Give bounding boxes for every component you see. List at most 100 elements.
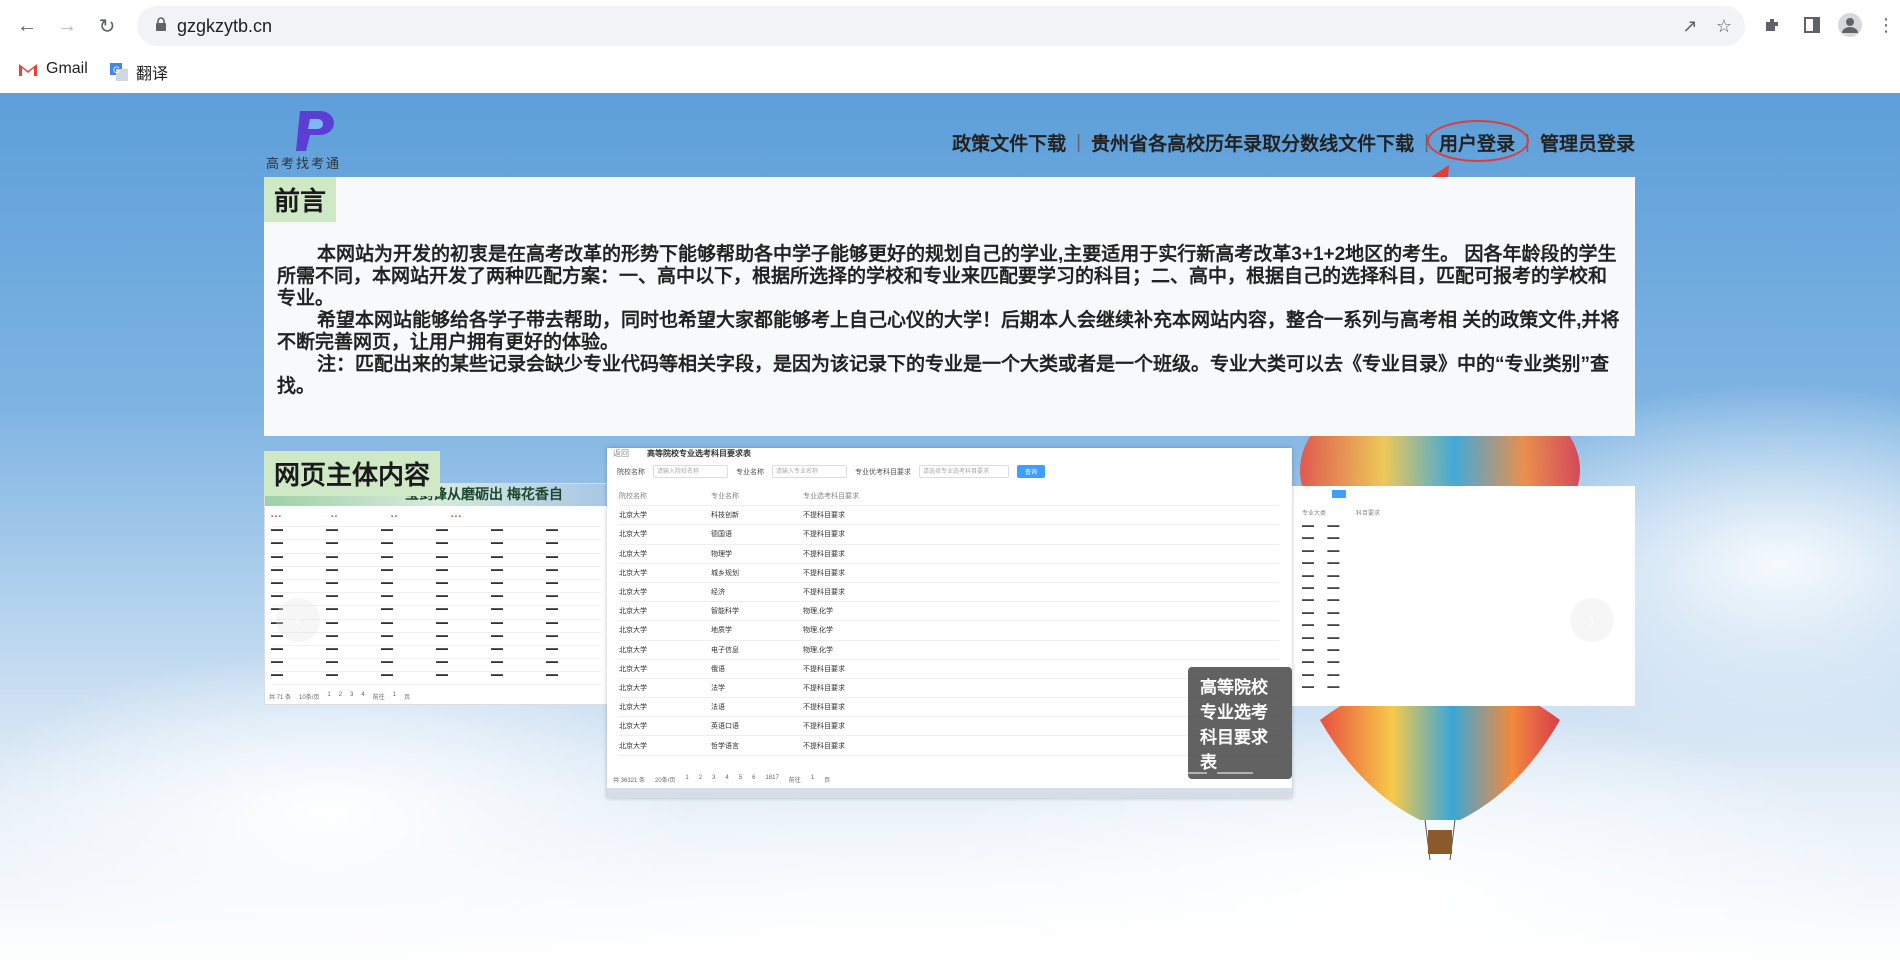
table-cell: 不提科目要求 (803, 531, 845, 539)
slide-back-link: 返回 (613, 449, 629, 458)
table-cell: 德国语 (711, 531, 732, 539)
table-cell: 北京大学 (619, 723, 647, 731)
browser-toolbar: ← → ↻ gzgkzytb.cn ↗ ☆ ⋮ (0, 0, 1900, 52)
top-nav: 政策文件下载 | 贵州省各高校历年录取分数线文件下载 | 用户登录 | 管理员登… (952, 120, 1635, 162)
table-cell: 北京大学 (619, 608, 647, 616)
table-row: 北京大学 地质学 物理,化学 (619, 621, 1279, 641)
table-cell: 不提科目要求 (803, 665, 845, 673)
chevron-left-icon: ‹ (294, 607, 302, 632)
table-row: 北京大学 英语口语 不提科目要求 (619, 717, 1279, 737)
star-icon[interactable]: ☆ (1713, 15, 1735, 37)
profile-avatar-icon[interactable] (1838, 13, 1862, 37)
carousel-slide-left[interactable]: 宝剑锋从磨砺出 梅花香自 ▪ ▪ ▪ ▪ ▪ ▪ ▪ ▪ ▪ ▪ ▬▬ ▬▬ ▬▬ ▬▬ ▬▬… (264, 483, 611, 705)
bookmarks-bar: Gmail G 翻译 (0, 52, 1900, 93)
intro-paragraph-3: 注：匹配出来的某些记录会缺少专业代码等相关字段，是因为该记录下的专业是一个大类或… (277, 354, 1610, 397)
side-panel-icon[interactable] (1800, 13, 1824, 37)
share-icon[interactable]: ↗ (1679, 15, 1701, 37)
nav-separator: | (1076, 131, 1082, 153)
table-cell: 物理,化学 (803, 627, 833, 635)
main-heading: 网页主体内容 (264, 451, 441, 496)
table-cell: 不提科目要求 (803, 512, 845, 520)
reload-icon[interactable]: ↻ (92, 11, 122, 41)
carousel-indicators (1033, 772, 1253, 774)
table-cell: 智能科学 (711, 608, 739, 616)
table-cell: 不提科目要求 (803, 589, 845, 597)
url-text[interactable]: gzgkzytb.cn (177, 16, 272, 37)
intro-paragraph-1: 本网站为开发的初衷是在高考改革的形势下能够帮助各中学子能够更好的规划自己的学业,… (277, 244, 1617, 309)
slide-right-rows: ▬▬ ▬▬ ▬▬ ▬▬ ▬▬ ▬▬ ▬▬ ▬▬ ▬▬ ▬▬ ▬▬ ▬▬ ▬▬ ▬▬ ▬▬ ▬▬… (1302, 523, 1340, 691)
logo-p-icon (296, 111, 334, 151)
carousel-indicator[interactable] (1217, 772, 1253, 774)
table-header: 院校名称 专业名称 专业选考科目要求 (619, 487, 1279, 507)
intro-heading: 前言 (264, 177, 337, 222)
table-cell: 地质学 (711, 627, 732, 635)
user-login-wrap: 用户登录 (1427, 120, 1530, 162)
highlight-circle (1427, 120, 1530, 162)
slide-caption: 高等院校专业选考科目要求表 (1188, 667, 1292, 779)
table-cell: 北京大学 (619, 569, 647, 577)
table-row: 北京大学 经济 不提科目要求 (619, 583, 1279, 603)
carousel-indicator-active[interactable] (1125, 772, 1161, 774)
page-background: 高考找考通 政策文件下载 | 贵州省各高校历年录取分数线文件下载 | 用户登录 … (0, 93, 1900, 971)
bookmark-gmail[interactable]: Gmail (18, 60, 88, 78)
table-cell: 北京大学 (619, 665, 647, 673)
logo-text: 高考找考通 (266, 157, 342, 172)
slide-data-table: 院校名称 专业名称 专业选考科目要求 北京大学 科技创新 不提科目要求 北京大学 德国语… (619, 487, 1279, 756)
slide-right-search-button (1332, 490, 1346, 498)
intro-text: 本网站为开发的初衷是在高考改革的形势下能够帮助各中学子能够更好的规划自己的学业,… (277, 244, 1623, 398)
slide-search-form: 院校名称 请输入院校名称 专业名称 请输入专业名称 专业优考科目要求 请选择专业… (617, 465, 1046, 478)
table-cell: 不提科目要求 (803, 704, 845, 712)
table-row: 北京大学 电子信息 物理,化学 (619, 641, 1279, 660)
carousel-next-button[interactable]: › (1570, 598, 1614, 642)
slide-left-pager: 共 71 条 10条/页 1 2 3 4 前往 1 页 (269, 692, 411, 701)
table-cell: 北京大学 (619, 512, 647, 520)
table-cell: 英语口语 (711, 723, 739, 731)
slide-title-bar: 返回 高等院校专业选考科目要求表 (607, 448, 1292, 462)
table-row: 北京大学 法学 不提科目要求 (619, 679, 1279, 699)
table-row: 北京大学 俄语 不提科目要求 (619, 660, 1279, 679)
main-carousel: 网页主体内容 宝剑锋从磨砺出 梅花香自 ▪ ▪ ▪ ▪ ▪ ▪ ▪ ▪ ▪ ▪ ▬▬ ▬… (264, 448, 1635, 798)
menu-icon[interactable]: ⋮ (1874, 13, 1898, 37)
table-cell: 不提科目要求 (803, 684, 845, 692)
table-cell: 法语 (711, 704, 725, 712)
carousel-slide-right[interactable]: 专业大类 科目要求 ▬▬ ▬▬ ▬▬ ▬▬ ▬▬ ▬▬ ▬▬ ▬▬ ▬▬ ▬▬ ▬▬ ▬▬… (1292, 486, 1635, 706)
table-cell: 北京大学 (619, 627, 647, 635)
svg-text:G: G (113, 65, 120, 75)
table-cell: 物理,化学 (803, 608, 833, 616)
extensions-icon[interactable] (1760, 13, 1784, 37)
nav-policy-download[interactable]: 政策文件下载 (952, 129, 1066, 156)
table-cell: 俄语 (711, 665, 725, 673)
table-cell: 北京大学 (619, 589, 647, 597)
nav-score-download[interactable]: 贵州省各高校历年录取分数线文件下载 (1091, 129, 1414, 156)
nav-admin-login[interactable]: 管理员登录 (1540, 129, 1635, 156)
site-logo[interactable]: 高考找考通 (266, 107, 362, 173)
translate-icon: G (110, 63, 128, 81)
table-cell: 北京大学 (619, 646, 647, 654)
address-bar[interactable]: gzgkzytb.cn ↗ ☆ (137, 6, 1745, 46)
carousel-indicator[interactable] (1033, 772, 1069, 774)
carousel-indicator[interactable] (1171, 772, 1207, 774)
table-row: 北京大学 德国语 不提科目要求 (619, 525, 1279, 545)
table-cell: 北京大学 (619, 684, 647, 692)
slide-title: 高等院校专业选考科目要求表 (647, 449, 751, 458)
carousel-indicator[interactable] (1079, 772, 1115, 774)
table-cell: 电子信息 (711, 646, 739, 654)
table-row: 北京大学 哲学语言 不提科目要求 (619, 736, 1279, 756)
table-row: 北京大学 智能科学 物理,化学 (619, 602, 1279, 622)
table-cell: 不提科目要求 (803, 742, 845, 750)
forward-icon[interactable]: → (52, 11, 82, 41)
table-cell: 法学 (711, 684, 725, 692)
table-cell: 北京大学 (619, 550, 647, 558)
gmail-icon (19, 63, 37, 76)
back-icon[interactable]: ← (12, 11, 42, 41)
table-row: 北京大学 科技创新 不提科目要求 (619, 506, 1279, 526)
table-cell: 北京大学 (619, 704, 647, 712)
carousel-prev-button[interactable]: ‹ (276, 598, 320, 642)
slide-left-table: ▪ ▪ ▪ ▪ ▪ ▪ ▪ ▪ ▪ ▪ ▬▬ ▬▬ ▬▬ ▬▬ ▬▬ ▬▬ ▬▬ ▬▬ ▬▬ ▬▬ ▬▬… (271, 514, 601, 686)
table-cell: 不提科目要求 (803, 723, 845, 731)
table-cell: 物理,化学 (803, 646, 833, 654)
carousel-slide-active[interactable]: 返回 高等院校专业选考科目要求表 院校名称 请输入院校名称 专业名称 请输入专业… (607, 448, 1292, 798)
intro-paragraph-2: 希望本网站能够给各学子带去帮助，同时也希望大家都能够考上自己心仪的大学！后期本人… (277, 310, 1620, 353)
bookmark-translate[interactable]: G 翻译 (110, 60, 168, 84)
bookmark-label: 翻译 (136, 66, 169, 83)
